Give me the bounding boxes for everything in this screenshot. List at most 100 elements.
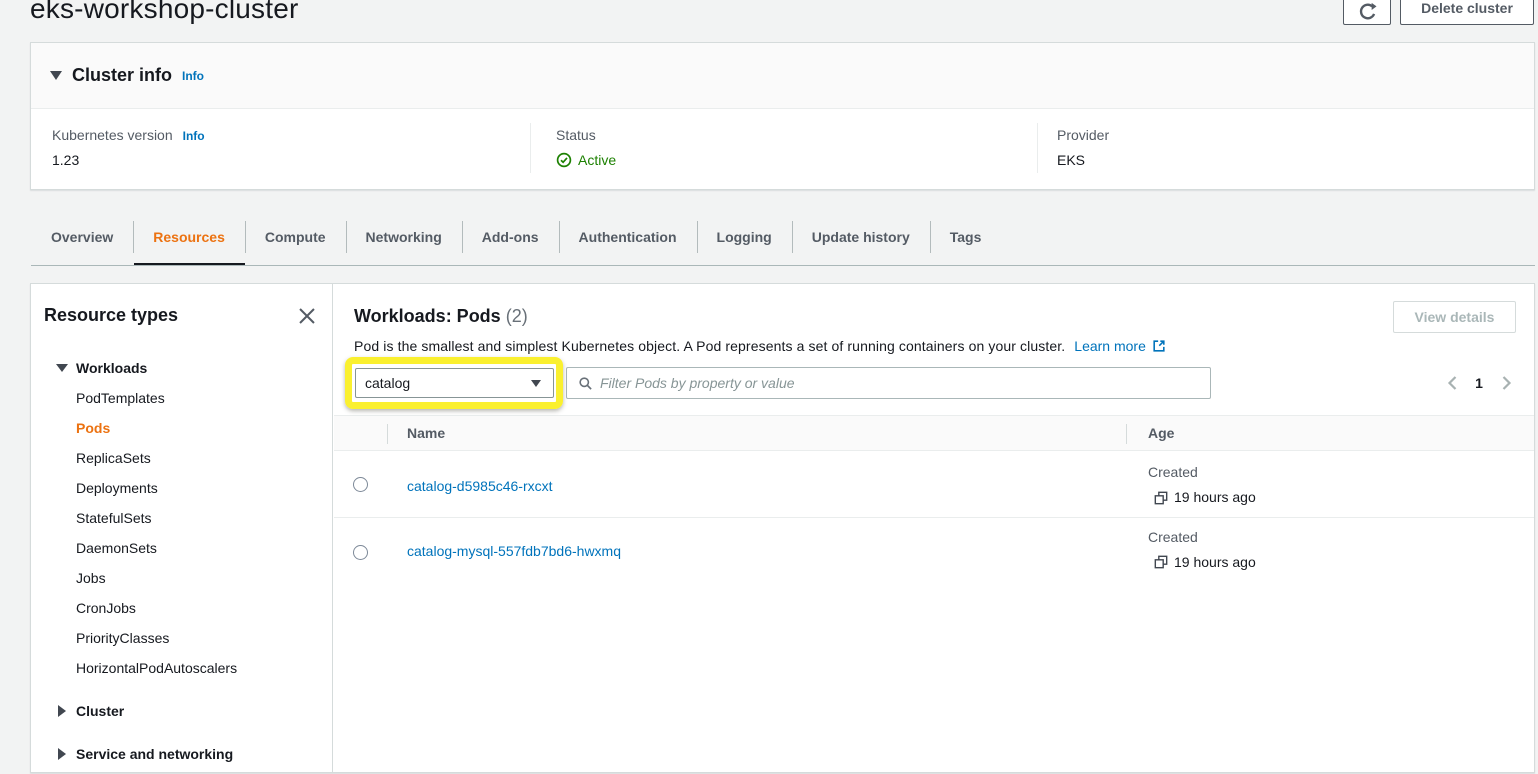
age-line2: 19 hours ago bbox=[1154, 489, 1256, 506]
caret-right-icon bbox=[58, 705, 66, 717]
age-cell: Created 19 hours ago bbox=[1148, 464, 1256, 506]
tree-group-label: Service and networking bbox=[76, 746, 233, 762]
refresh-button[interactable] bbox=[1343, 0, 1391, 25]
pod-name-link[interactable]: catalog-d5985c46-rxcxt bbox=[407, 478, 553, 494]
pods-heading-text: Workloads: Pods bbox=[354, 306, 501, 326]
tab-resources[interactable]: Resources bbox=[133, 218, 245, 255]
tree-caret bbox=[54, 364, 70, 372]
tree-item-statefulsets[interactable]: StatefulSets bbox=[76, 506, 152, 530]
kubernetes-version-label-text: Kubernetes version bbox=[52, 127, 173, 143]
pod-filter-select-value: catalog bbox=[365, 375, 410, 391]
copy-icon[interactable] bbox=[1154, 491, 1168, 505]
learn-more-link[interactable]: Learn more bbox=[1074, 338, 1166, 354]
tree-item-priorityclasses[interactable]: PriorityClasses bbox=[76, 626, 169, 650]
tab-compute[interactable]: Compute bbox=[245, 218, 346, 255]
copy-icon[interactable] bbox=[1154, 555, 1168, 569]
kubernetes-version-info-link[interactable]: Info bbox=[183, 129, 205, 143]
age-line2: 19 hours ago bbox=[1154, 554, 1256, 571]
cluster-info-header[interactable]: Cluster info Info bbox=[31, 43, 1534, 109]
pods-description-text: Pod is the smallest and simplest Kuberne… bbox=[354, 338, 1065, 354]
pods-table-header: Name Age bbox=[334, 415, 1534, 451]
page-title: eks-workshop-cluster bbox=[30, 0, 299, 25]
resource-types-panel: Resource types Workloads PodTemplates Po… bbox=[31, 284, 333, 772]
previous-page-button[interactable] bbox=[1440, 373, 1464, 393]
tree-item-podtemplates[interactable]: PodTemplates bbox=[76, 386, 165, 410]
pod-filter-select[interactable]: catalog bbox=[355, 368, 554, 398]
tree-caret bbox=[54, 748, 70, 760]
tabs-divider bbox=[31, 265, 1535, 266]
external-link-icon bbox=[1152, 339, 1166, 353]
chevron-left-icon bbox=[1447, 376, 1458, 390]
refresh-icon bbox=[1358, 2, 1377, 21]
caret-down-icon bbox=[56, 364, 68, 372]
tree-group-label: Cluster bbox=[76, 703, 124, 719]
status-field: Status Active bbox=[556, 127, 616, 168]
caret-right-icon bbox=[58, 748, 66, 760]
tab-overview[interactable]: Overview bbox=[31, 218, 133, 255]
status-active-icon bbox=[556, 152, 572, 168]
delete-cluster-button[interactable]: Delete cluster bbox=[1400, 0, 1534, 25]
table-row: catalog-d5985c46-rxcxt Created 19 hours … bbox=[334, 451, 1534, 518]
cluster-info-title: Cluster info bbox=[72, 65, 172, 86]
column-header-name[interactable]: Name bbox=[407, 425, 445, 441]
tab-networking[interactable]: Networking bbox=[346, 218, 462, 255]
tab-tags[interactable]: Tags bbox=[930, 218, 1002, 255]
pod-name-link[interactable]: catalog-mysql-557fdb7bd6-hwxmq bbox=[407, 543, 621, 559]
cluster-info-info-link[interactable]: Info bbox=[182, 69, 204, 83]
row-radio-button[interactable] bbox=[353, 545, 368, 560]
status-text: Active bbox=[578, 152, 616, 168]
resource-types-title: Resource types bbox=[44, 305, 178, 326]
header-separator bbox=[1126, 424, 1127, 444]
select-caret-icon bbox=[531, 380, 541, 387]
table-row: catalog-mysql-557fdb7bd6-hwxmq Created 1… bbox=[334, 518, 1534, 585]
pods-count: (2) bbox=[506, 306, 528, 326]
tree-item-pods[interactable]: Pods bbox=[76, 416, 110, 440]
column-divider bbox=[530, 123, 531, 173]
tab-add-ons[interactable]: Add-ons bbox=[462, 218, 559, 255]
resources-content-card: Resource types Workloads PodTemplates Po… bbox=[30, 283, 1535, 773]
cluster-info-card: Cluster info Info Kubernetes version Info… bbox=[30, 42, 1535, 190]
tab-logging[interactable]: Logging bbox=[697, 218, 792, 255]
status-label: Status bbox=[556, 127, 616, 143]
tab-authentication[interactable]: Authentication bbox=[559, 218, 697, 255]
chevron-right-icon bbox=[1501, 376, 1512, 390]
tree-item-cronjobs[interactable]: CronJobs bbox=[76, 596, 136, 620]
provider-value: EKS bbox=[1057, 152, 1109, 168]
tree-item-deployments[interactable]: Deployments bbox=[76, 476, 158, 500]
collapse-caret-icon bbox=[50, 71, 62, 80]
tree-item-jobs[interactable]: Jobs bbox=[76, 566, 106, 590]
tree-group-service-and-networking[interactable]: Service and networking bbox=[54, 742, 233, 766]
current-page-number[interactable]: 1 bbox=[1464, 375, 1494, 391]
search-input[interactable] bbox=[600, 375, 1199, 391]
provider-label: Provider bbox=[1057, 127, 1109, 143]
age-cell: Created 19 hours ago bbox=[1148, 529, 1256, 571]
column-header-age[interactable]: Age bbox=[1148, 425, 1174, 441]
age-status: Created bbox=[1148, 464, 1256, 481]
row-radio-button[interactable] bbox=[353, 477, 368, 492]
pods-search-box[interactable] bbox=[566, 367, 1211, 399]
close-panel-button[interactable] bbox=[297, 306, 317, 326]
status-value: Active bbox=[556, 152, 616, 168]
pods-heading: Workloads: Pods (2) bbox=[354, 306, 528, 327]
kubernetes-version-value: 1.23 bbox=[52, 152, 205, 168]
pods-main-panel: Workloads: Pods (2) View details Pod is … bbox=[334, 284, 1534, 772]
next-page-button[interactable] bbox=[1494, 373, 1518, 393]
tree-group-cluster[interactable]: Cluster bbox=[54, 699, 124, 723]
kubernetes-version-field: Kubernetes version Info 1.23 bbox=[52, 127, 205, 168]
view-details-button[interactable]: View details bbox=[1393, 301, 1516, 333]
eks-console-page: eks-workshop-cluster Delete cluster Clus… bbox=[0, 0, 1538, 774]
column-divider bbox=[1037, 123, 1038, 173]
tab-update-history[interactable]: Update history bbox=[792, 218, 930, 255]
age-value: 19 hours ago bbox=[1174, 489, 1256, 506]
age-value: 19 hours ago bbox=[1174, 554, 1256, 571]
header-separator bbox=[387, 424, 388, 444]
provider-field: Provider EKS bbox=[1057, 127, 1109, 168]
tree-item-daemonsets[interactable]: DaemonSets bbox=[76, 536, 157, 560]
tree-item-replicasets[interactable]: ReplicaSets bbox=[76, 446, 151, 470]
pods-description: Pod is the smallest and simplest Kuberne… bbox=[354, 338, 1166, 354]
tree-item-horizontalpodautoscalers[interactable]: HorizontalPodAutoscalers bbox=[76, 656, 237, 680]
close-icon bbox=[298, 307, 316, 325]
cluster-info-body: Kubernetes version Info 1.23 Status Activ… bbox=[31, 109, 1534, 189]
tree-group-workloads[interactable]: Workloads bbox=[54, 356, 147, 380]
panel-divider bbox=[332, 284, 333, 772]
